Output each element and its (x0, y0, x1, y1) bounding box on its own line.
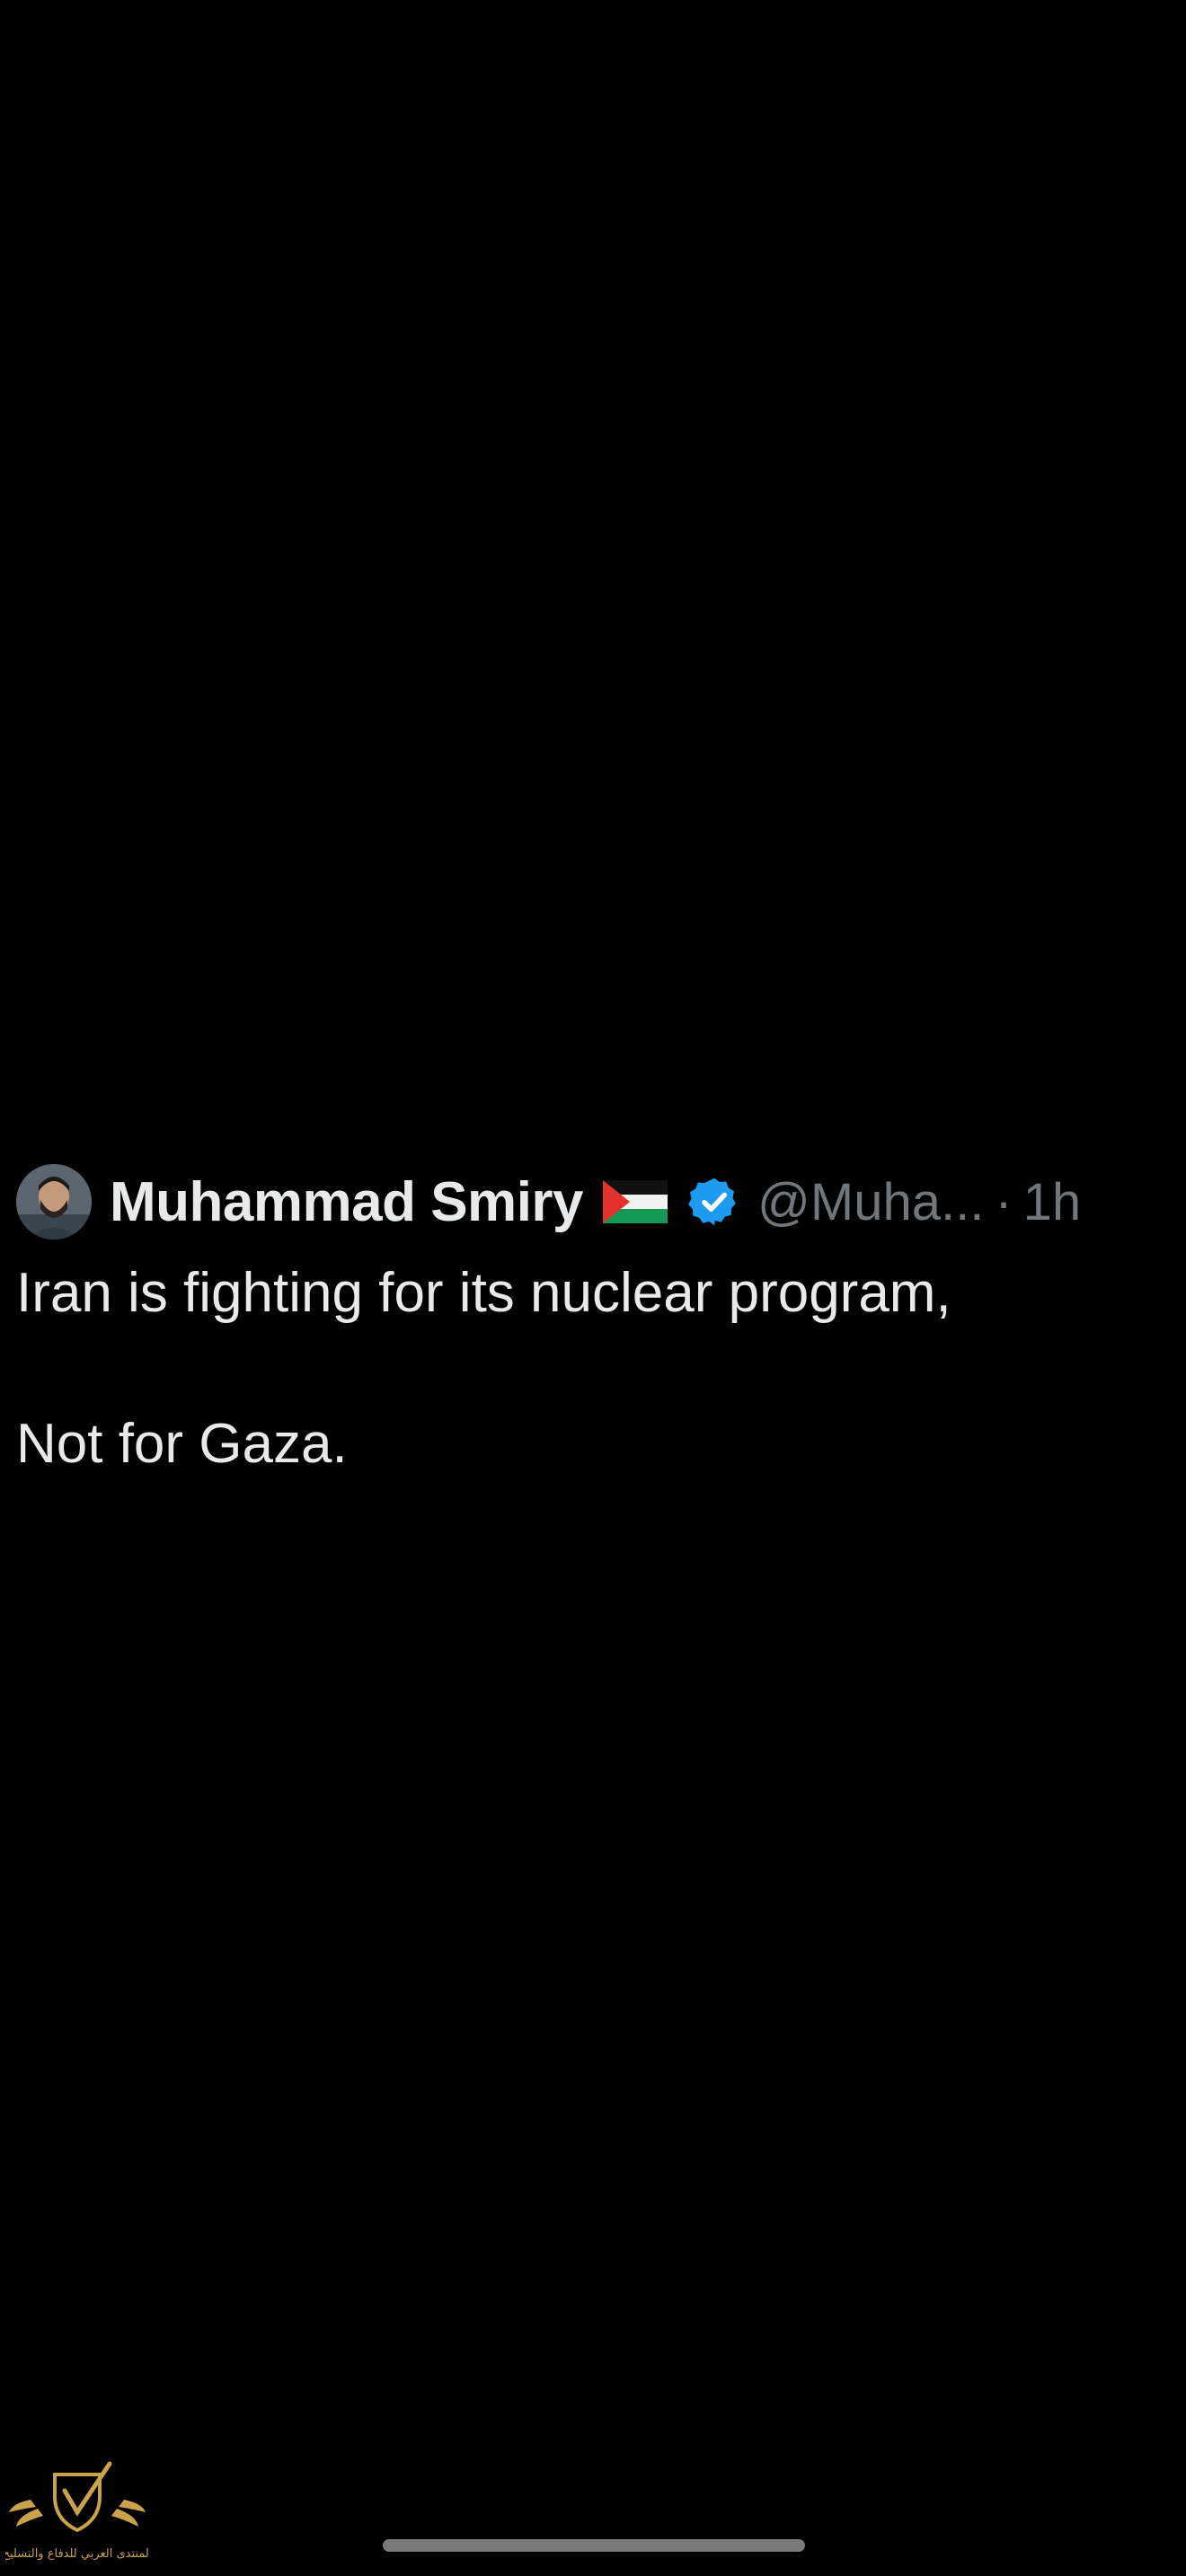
svg-text:المنتدى العربي للدفاع والتسليح: المنتدى العربي للدفاع والتسليح (5, 2547, 149, 2561)
home-indicator[interactable] (383, 2539, 805, 2552)
tweet-text: Iran is fighting for its nuclear program… (16, 1256, 1175, 1482)
tweet-header: Muhammad Smiry @Muha... · 1h (16, 1159, 1175, 1245)
dot-separator: · (995, 1172, 1013, 1231)
tweet-text-line: Not for Gaza. (16, 1413, 348, 1475)
avatar[interactable] (16, 1164, 92, 1239)
forum-logo-watermark: المنتدى العربي للدفاع والتسليح (5, 2457, 149, 2569)
tweet-text-line: Iran is fighting for its nuclear program… (16, 1262, 951, 1324)
tweet-text-blank-line (16, 1331, 1175, 1407)
author-handle[interactable]: @Muha... (757, 1172, 984, 1232)
tweet[interactable]: Muhammad Smiry @Muha... · 1h Iran is fig… (16, 1159, 1175, 1482)
tweet-timestamp[interactable]: 1h (1023, 1172, 1082, 1232)
verified-icon[interactable] (687, 1175, 741, 1229)
author-display-name[interactable]: Muhammad Smiry (110, 1170, 584, 1234)
palestine-flag-emoji (603, 1180, 668, 1223)
